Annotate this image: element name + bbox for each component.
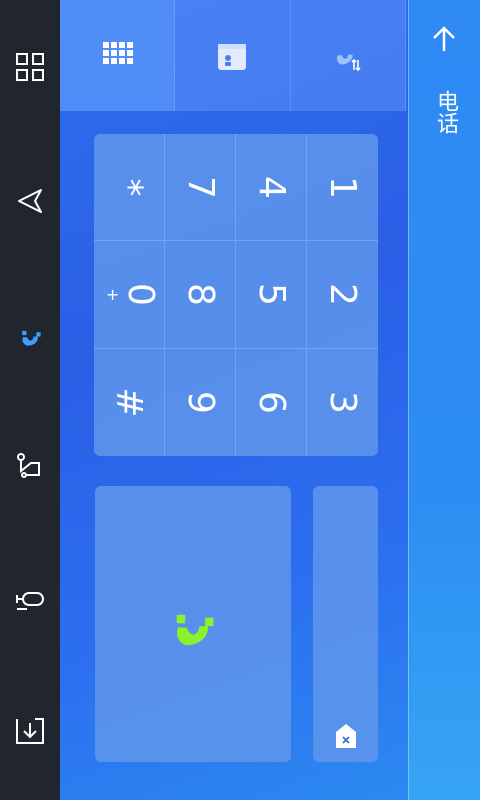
header-strip: 电话 xyxy=(408,0,480,800)
back-button[interactable] xyxy=(419,14,469,64)
call-button[interactable] xyxy=(95,486,291,762)
tab-bar xyxy=(60,0,406,111)
sidebar xyxy=(0,0,60,800)
key-label: 2 xyxy=(322,283,363,306)
key-sublabel-plus: + xyxy=(105,284,120,304)
download-icon xyxy=(16,718,44,744)
key-label: 5 xyxy=(250,283,292,306)
key-hash[interactable]: # xyxy=(94,348,165,456)
phone-icon xyxy=(22,330,41,346)
key-label: 1 xyxy=(322,175,363,199)
key-label: * xyxy=(108,178,150,197)
key-6[interactable]: 6 xyxy=(236,348,307,456)
key-4[interactable]: 4 xyxy=(236,134,307,242)
key-label: 3 xyxy=(322,390,363,414)
key-label: 8 xyxy=(179,283,221,306)
delete-button[interactable] xyxy=(334,722,358,750)
sidebar-item-phone[interactable] xyxy=(0,303,60,363)
key-8[interactable]: 8 xyxy=(165,241,236,349)
tab-contacts[interactable] xyxy=(175,0,291,111)
backspace-icon xyxy=(336,724,356,748)
phone-call-icon xyxy=(176,614,214,646)
page-title: 电话 xyxy=(433,90,458,134)
key-label: 9 xyxy=(179,390,221,414)
key-0[interactable]: +0 xyxy=(94,241,165,349)
key-1[interactable]: 1 xyxy=(307,134,378,242)
route-icon xyxy=(17,453,40,478)
key-5[interactable]: 5 xyxy=(236,241,307,349)
key-3[interactable]: 3 xyxy=(307,349,378,456)
dialpad: * 7 4 1 +0 8 5 2 # 9 6 3 xyxy=(94,134,378,456)
sidebar-item-route[interactable] xyxy=(0,436,60,496)
sidebar-item-voice[interactable] xyxy=(0,570,60,630)
number-display xyxy=(313,486,378,762)
apps-grid-icon xyxy=(16,53,44,81)
sidebar-item-apps[interactable] xyxy=(0,37,60,97)
key-label: 4 xyxy=(250,175,292,199)
key-label: 0 xyxy=(120,283,162,306)
sidebar-item-navigation[interactable] xyxy=(0,171,60,231)
call-log-icon xyxy=(336,54,361,71)
contacts-card-icon xyxy=(218,43,247,70)
key-star[interactable]: * xyxy=(94,134,165,242)
tab-call-log[interactable] xyxy=(290,0,406,111)
key-label: 7 xyxy=(179,175,221,199)
microphone-icon xyxy=(16,592,44,610)
key-7[interactable]: 7 xyxy=(165,134,236,242)
arrow-up-icon xyxy=(433,26,455,51)
key-label: 6 xyxy=(250,390,292,414)
tab-dialpad[interactable] xyxy=(60,0,176,111)
key-label: # xyxy=(108,387,150,418)
key-9[interactable]: 9 xyxy=(165,348,236,456)
dialpad-grid-icon xyxy=(103,41,134,64)
navigation-arrow-icon xyxy=(18,189,42,213)
key-2[interactable]: 2 xyxy=(307,241,378,349)
sidebar-item-download[interactable] xyxy=(0,702,60,762)
